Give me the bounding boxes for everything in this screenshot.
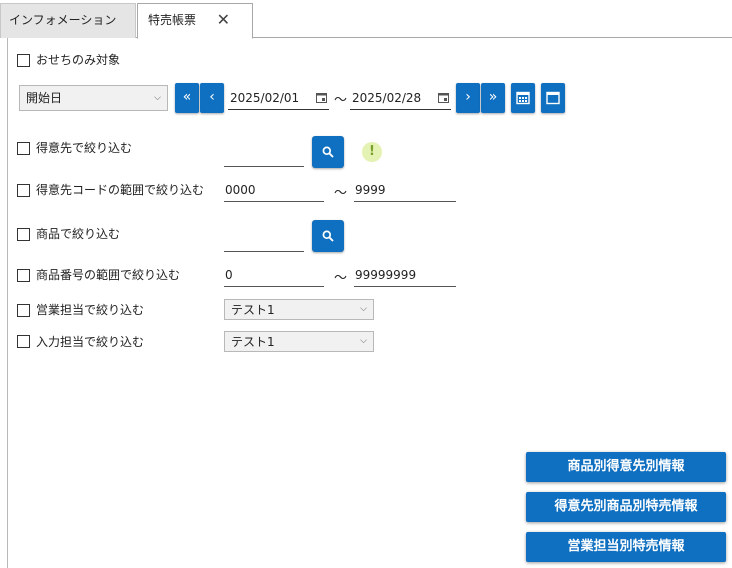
filter-customer-checkbox[interactable] bbox=[17, 142, 30, 155]
date-from-field[interactable]: 2025/02/01 bbox=[228, 86, 329, 110]
date-to-value: 2025/02/28 bbox=[352, 91, 422, 105]
date-type-select[interactable]: 開始日 ⌵ bbox=[19, 85, 168, 111]
chevron-down-icon: ⌵ bbox=[360, 336, 367, 346]
osechi-only-checkbox[interactable] bbox=[17, 54, 30, 67]
product-customer-info-button[interactable]: 商品別得意先別情報 bbox=[526, 452, 726, 482]
customer-code-to-input[interactable]: 9999 bbox=[354, 178, 456, 202]
filter-customer-code-range-checkbox[interactable] bbox=[17, 184, 30, 197]
calendar-icon[interactable] bbox=[316, 92, 327, 103]
next-day-button[interactable]: › bbox=[456, 83, 480, 113]
prev-month-fast-button[interactable]: « bbox=[175, 83, 199, 113]
date-type-value: 開始日 bbox=[26, 91, 63, 105]
filter-input-rep-checkbox[interactable] bbox=[17, 335, 30, 348]
filter-input-rep-label: 入力担当で絞り込む bbox=[36, 335, 145, 349]
input-rep-select[interactable]: テスト1 ⌵ bbox=[224, 331, 374, 352]
product-search-button[interactable] bbox=[312, 220, 344, 252]
search-icon bbox=[322, 146, 334, 158]
chevron-right-icon: › bbox=[465, 89, 471, 105]
filter-product-number-range-checkbox[interactable] bbox=[17, 269, 30, 282]
product-number-from-input[interactable]: 0 bbox=[224, 263, 324, 287]
product-input[interactable] bbox=[224, 228, 304, 252]
filter-customer-label: 得意先で絞り込む bbox=[36, 141, 133, 155]
date-to-field[interactable]: 2025/02/28 bbox=[350, 86, 451, 110]
product-number-to-input[interactable]: 99999999 bbox=[354, 263, 456, 287]
calendar-grid-icon bbox=[516, 91, 530, 105]
calendar-icon bbox=[546, 91, 560, 105]
filter-customer-code-range-label: 得意先コードの範囲で絞り込む bbox=[36, 183, 205, 197]
filter-product-checkbox[interactable] bbox=[17, 228, 30, 241]
customer-search-button[interactable] bbox=[312, 136, 344, 168]
double-chevron-right-icon: » bbox=[488, 89, 498, 105]
chevron-down-icon: ⌵ bbox=[360, 304, 367, 314]
filter-product-number-range-label: 商品番号の範囲で絞り込む bbox=[36, 268, 181, 282]
customer-input[interactable] bbox=[224, 143, 304, 167]
calendar-icon[interactable] bbox=[438, 92, 449, 103]
customer-product-sale-info-button[interactable]: 得意先別商品別特売情報 bbox=[526, 492, 726, 522]
chevron-down-icon: ⌵ bbox=[154, 93, 161, 103]
filter-product-label: 商品で絞り込む bbox=[36, 227, 121, 241]
tab-sale-report[interactable]: 特売帳票 ✕ bbox=[137, 3, 253, 39]
content-left-border bbox=[7, 38, 8, 568]
date-from-value: 2025/02/01 bbox=[230, 91, 300, 105]
warning-icon: ! bbox=[362, 142, 382, 162]
calendar-month-button[interactable] bbox=[511, 83, 535, 113]
double-chevron-left-icon: « bbox=[182, 89, 192, 105]
product-number-range-separator: 〜 bbox=[334, 271, 348, 286]
chevron-left-icon: ‹ bbox=[209, 89, 215, 105]
tab-information[interactable]: インフォメーション bbox=[0, 3, 136, 38]
customer-code-range-separator: 〜 bbox=[334, 186, 348, 201]
tab-information-label: インフォメーション bbox=[9, 13, 117, 27]
osechi-only-label: おせちのみ対象 bbox=[36, 53, 121, 67]
input-rep-value: テスト1 bbox=[231, 335, 275, 349]
sales-rep-sale-info-button[interactable]: 営業担当別特売情報 bbox=[526, 532, 726, 562]
prev-day-button[interactable]: ‹ bbox=[200, 83, 224, 113]
sales-rep-value: テスト1 bbox=[231, 303, 275, 317]
sales-rep-select[interactable]: テスト1 ⌵ bbox=[224, 299, 374, 320]
tab-bar: インフォメーション 特売帳票 ✕ bbox=[0, 0, 732, 39]
calendar-today-button[interactable] bbox=[541, 83, 565, 113]
customer-code-from-input[interactable]: 0000 bbox=[224, 178, 324, 202]
search-icon bbox=[322, 230, 334, 242]
close-icon[interactable]: ✕ bbox=[217, 4, 230, 36]
next-month-fast-button[interactable]: » bbox=[481, 83, 505, 113]
filter-sales-rep-label: 営業担当で絞り込む bbox=[36, 303, 145, 317]
filter-sales-rep-checkbox[interactable] bbox=[17, 304, 30, 317]
date-range-separator: 〜 bbox=[334, 93, 348, 108]
tab-sale-report-label: 特売帳票 bbox=[148, 13, 197, 27]
